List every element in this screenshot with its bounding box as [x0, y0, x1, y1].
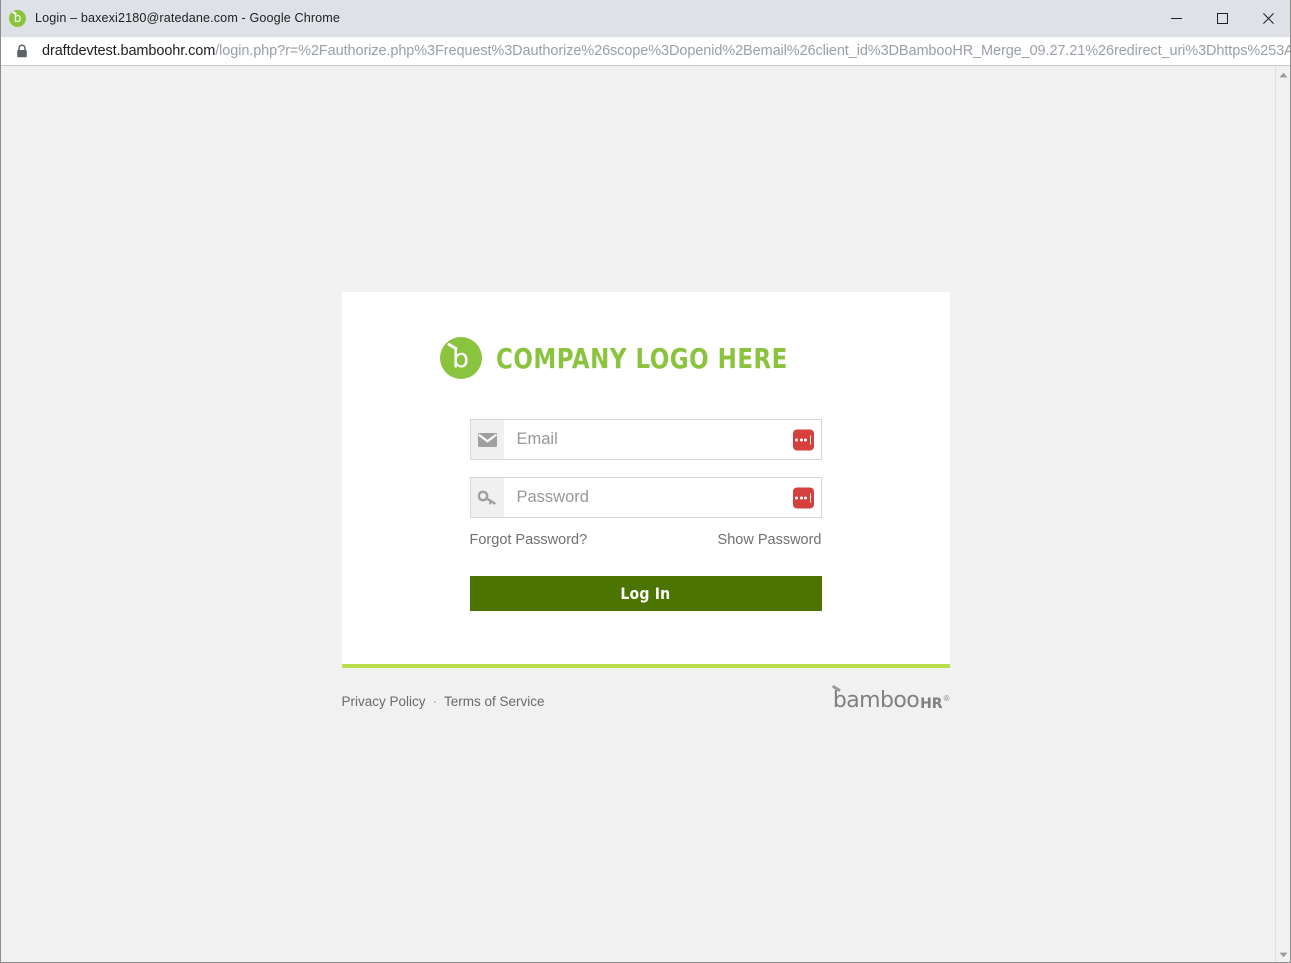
company-logo: b COMPANY LOGO HERE — [439, 337, 852, 379]
titlebar-left: Login – baxexi2180@ratedane.com - Google… — [0, 0, 340, 36]
footer-brand-registered: ® — [943, 694, 950, 703]
login-card: b COMPANY LOGO HERE Email Forgot Passwor… — [341, 292, 950, 668]
onepassword-badge-password-icon[interactable] — [792, 487, 814, 508]
page-scrollbar[interactable] — [1275, 66, 1291, 963]
email-field-wrapper — [469, 419, 822, 460]
page-viewport: b COMPANY LOGO HERE Email Forgot Passwor… — [0, 66, 1291, 963]
email-input[interactable] — [503, 420, 821, 459]
url-host: draftdevtest.bamboohr.com — [42, 43, 216, 59]
show-password-link[interactable]: Show Password — [718, 532, 822, 548]
key-icon — [470, 478, 504, 517]
password-field-wrapper — [469, 477, 822, 518]
browser-window: Login – baxexi2180@ratedane.com - Google… — [0, 0, 1291, 963]
minimize-button[interactable] — [1153, 0, 1199, 36]
page-footer: Privacy Policy · Terms of Service bamboo… — [342, 684, 950, 713]
terms-of-service-link[interactable]: Terms of Service — [444, 694, 545, 709]
lock-icon[interactable] — [16, 44, 28, 58]
footer-links: Privacy Policy · Terms of Service — [342, 694, 545, 709]
b-letter-glyph: b — [451, 343, 470, 375]
close-button[interactable] — [1245, 0, 1291, 36]
footer-separator: · — [432, 693, 438, 709]
forgot-password-link[interactable]: Forgot Password? — [470, 532, 588, 548]
bamboohr-footer-logo: bamboo HR ® — [831, 684, 950, 713]
onepassword-badge-email-icon[interactable] — [792, 429, 814, 450]
footer-brand-hr: HR — [920, 696, 943, 712]
window-border-left — [0, 0, 1, 963]
browser-titlebar: Login – baxexi2180@ratedane.com - Google… — [0, 0, 1291, 37]
footer-brand-main: bamboo — [832, 688, 920, 713]
envelope-icon — [470, 420, 504, 459]
maximize-button[interactable] — [1199, 0, 1245, 36]
page-content: b COMPANY LOGO HERE Email Forgot Passwor… — [8, 66, 1283, 963]
bamboo-leaf-circle-icon: b — [439, 337, 482, 379]
scroll-up-arrow-icon[interactable] — [1276, 66, 1291, 83]
url-path: /login.php?r=%2Fauthorize.php%3Frequest%… — [215, 43, 1291, 59]
form-links-row: Forgot Password? Show Password — [470, 532, 822, 548]
window-title: Login – baxexi2180@ratedane.com - Google… — [35, 11, 341, 25]
address-bar[interactable]: draftdevtest.bamboohr.com/login.php?r=%2… — [42, 43, 1291, 59]
scroll-down-arrow-icon[interactable] — [1276, 946, 1291, 963]
scrollbar-track[interactable] — [1276, 83, 1291, 946]
password-input[interactable] — [503, 478, 821, 517]
privacy-policy-link[interactable]: Privacy Policy — [342, 694, 426, 709]
window-controls — [1153, 0, 1291, 36]
login-button[interactable]: Log In — [469, 576, 822, 611]
browser-toolbar: draftdevtest.bamboohr.com/login.php?r=%2… — [0, 37, 1291, 66]
bamboohr-favicon-icon — [9, 9, 26, 27]
company-logo-text: COMPANY LOGO HERE — [495, 341, 788, 375]
login-button-label: Log In — [620, 584, 671, 603]
